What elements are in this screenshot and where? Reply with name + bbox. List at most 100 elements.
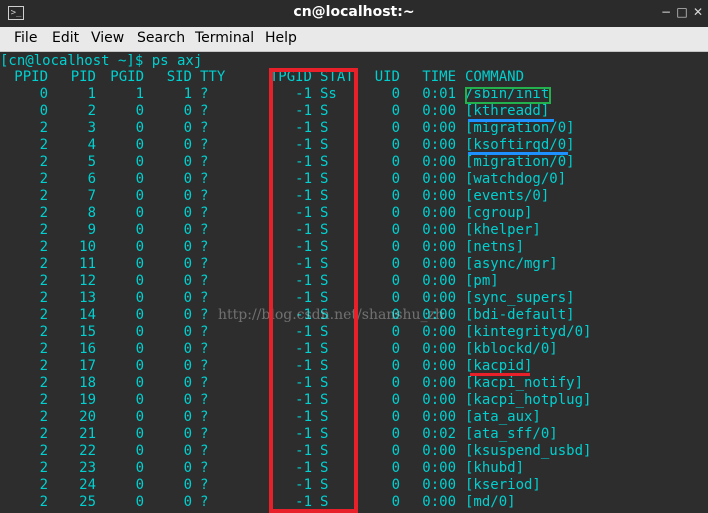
cell-tty: ? <box>200 86 209 102</box>
cell-tty: ? <box>200 409 209 425</box>
cell-tty: ? <box>200 426 209 442</box>
cell-uid: 0 <box>391 205 400 221</box>
cell-pid: 5 <box>87 154 96 170</box>
terminal-output[interactable]: [cn@localhost ~]$ ps axj PPID PID PGID SID T… <box>0 52 708 513</box>
cell-pgid: 0 <box>135 290 144 306</box>
menu-terminal[interactable]: Terminal <box>195 30 254 46</box>
cell-pid: 6 <box>87 171 96 187</box>
cell-time: 0:00 <box>422 205 456 221</box>
cell-command: [migration/0] <box>465 154 575 170</box>
close-icon[interactable]: ✕ <box>691 5 705 19</box>
menu-edit[interactable]: Edit <box>52 30 79 46</box>
cell-pgid: 0 <box>135 375 144 391</box>
cell-tty: ? <box>200 120 209 136</box>
cell-pid: 20 <box>79 409 96 425</box>
cell-ppid: 2 <box>39 137 48 153</box>
cell-pgid: 0 <box>135 341 144 357</box>
cell-uid: 0 <box>391 494 400 510</box>
cell-uid: 0 <box>391 358 400 374</box>
cell-pid: 17 <box>79 358 96 374</box>
menu-search[interactable]: Search <box>137 30 185 46</box>
cell-command: [async/mgr] <box>465 256 558 272</box>
cell-uid: 0 <box>391 171 400 187</box>
cell-command: [bdi-default] <box>465 307 575 323</box>
cell-time: 0:00 <box>422 341 456 357</box>
cell-pgid: 0 <box>135 460 144 476</box>
cell-time: 0:00 <box>422 375 456 391</box>
cell-tty: ? <box>200 256 209 272</box>
cell-uid: 0 <box>391 392 400 408</box>
cell-sid: 0 <box>183 477 192 493</box>
cell-ppid: 2 <box>39 239 48 255</box>
cell-ppid: 2 <box>39 494 48 510</box>
kthreadd-underline <box>468 119 554 122</box>
cell-tty: ? <box>200 494 209 510</box>
cell-command: [ata_sff/0] <box>465 426 558 442</box>
cell-time: 0:00 <box>422 460 456 476</box>
cell-pid: 14 <box>79 307 96 323</box>
header-pgid: PGID <box>110 69 144 85</box>
cell-pid: 25 <box>79 494 96 510</box>
header-sid: SID <box>166 69 192 85</box>
menu-bar: File Edit View Search Terminal Help <box>0 27 708 52</box>
terminal-window: >_ cn@localhost:~ − □ ✕ File Edit View S… <box>0 0 708 513</box>
cell-pgid: 0 <box>135 392 144 408</box>
cell-pid: 2 <box>87 103 96 119</box>
cell-sid: 0 <box>183 426 192 442</box>
cell-command: [kthreadd] <box>465 103 550 119</box>
cell-pid: 12 <box>79 273 96 289</box>
cell-command: [kintegrityd/0] <box>465 324 592 340</box>
header-ppid: PPID <box>14 69 48 85</box>
cell-ppid: 2 <box>39 477 48 493</box>
cell-ppid: 2 <box>39 324 48 340</box>
cell-time: 0:00 <box>422 324 456 340</box>
cell-tty: ? <box>200 477 209 493</box>
cell-ppid: 2 <box>39 154 48 170</box>
cell-uid: 0 <box>391 222 400 238</box>
cell-sid: 0 <box>183 409 192 425</box>
cell-time: 0:00 <box>422 103 456 119</box>
cell-tty: ? <box>200 205 209 221</box>
cell-pgid: 0 <box>135 494 144 510</box>
title-bar[interactable]: >_ cn@localhost:~ − □ ✕ <box>0 0 708 27</box>
cell-ppid: 2 <box>39 460 48 476</box>
cell-sid: 0 <box>183 239 192 255</box>
cell-sid: 0 <box>183 307 192 323</box>
cell-time: 0:00 <box>422 358 456 374</box>
cell-ppid: 2 <box>39 120 48 136</box>
menu-help[interactable]: Help <box>265 30 297 46</box>
cell-command: [kacpi_notify] <box>465 375 584 391</box>
cell-command: [watchdog/0] <box>465 171 567 187</box>
cell-uid: 0 <box>391 256 400 272</box>
header-time: TIME <box>422 69 456 85</box>
header-tty: TTY <box>200 69 226 85</box>
cell-uid: 0 <box>391 120 400 136</box>
cell-pgid: 0 <box>135 171 144 187</box>
cell-time: 0:00 <box>422 137 456 153</box>
cell-ppid: 2 <box>39 171 48 187</box>
cell-time: 0:00 <box>422 256 456 272</box>
cell-ppid: 0 <box>39 103 48 119</box>
cell-pid: 22 <box>79 443 96 459</box>
cell-command: [kacpi_hotplug] <box>465 392 592 408</box>
cell-uid: 0 <box>391 341 400 357</box>
cell-tty: ? <box>200 324 209 340</box>
cell-uid: 0 <box>391 154 400 170</box>
cell-ppid: 0 <box>39 86 48 102</box>
cell-pgid: 0 <box>135 205 144 221</box>
cell-pgid: 0 <box>135 426 144 442</box>
cell-sid: 0 <box>183 341 192 357</box>
cell-pgid: 0 <box>135 188 144 204</box>
cell-uid: 0 <box>391 86 400 102</box>
menu-file[interactable]: File <box>14 30 37 46</box>
cell-sid: 0 <box>183 222 192 238</box>
cell-time: 0:01 <box>422 86 456 102</box>
cell-tty: ? <box>200 222 209 238</box>
menu-view[interactable]: View <box>91 30 124 46</box>
minimize-icon[interactable]: − <box>659 5 673 19</box>
cell-uid: 0 <box>391 460 400 476</box>
cell-time: 0:00 <box>422 494 456 510</box>
cell-pgid: 0 <box>135 324 144 340</box>
cell-pid: 8 <box>87 205 96 221</box>
maximize-icon[interactable]: □ <box>675 5 689 19</box>
